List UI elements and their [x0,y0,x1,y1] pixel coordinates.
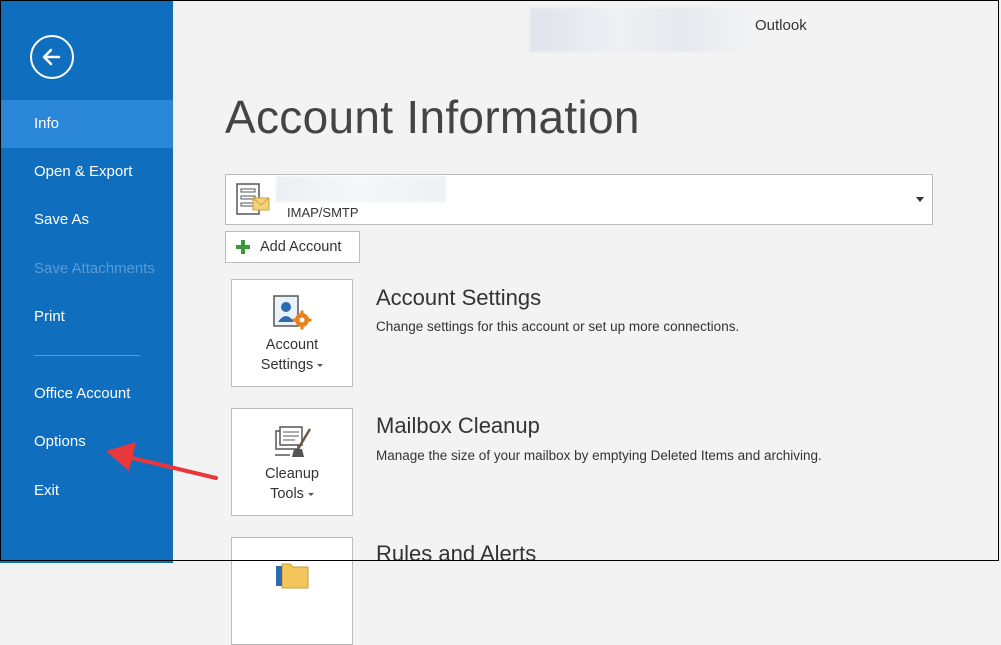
account-settings-tile-label-1: Account [265,337,319,353]
account-settings-icon [273,295,312,330]
cleanup-tools-tile-label-2-text: Tools [270,486,304,502]
rules-alerts-button[interactable] [231,537,353,645]
nav-save-attachments: Save Attachments [34,260,155,277]
rules-folder-icon [276,563,309,589]
account-settings-description: Change settings for this account or set … [376,319,740,334]
account-settings-button[interactable]: Account Settings [231,279,353,387]
back-arrow-icon [42,48,61,66]
nav-exit[interactable]: Exit [0,467,173,515]
main-content: Outlook Account Information IMAP/SMTP Ad… [173,0,1001,645]
backstage-sidebar: Info Open & Export Save As Save Attachme… [0,0,173,563]
nav-save-as[interactable]: Save As [0,196,173,244]
nav-divider [34,355,140,356]
account-type: IMAP/SMTP [287,205,359,220]
page-title: Account Information [225,91,640,143]
nav-info[interactable]: Info [0,100,173,148]
rules-alerts-title: Rules and Alerts [376,541,537,566]
nav-office-account[interactable]: Office Account [0,370,173,418]
account-settings-tile-label-2-text: Settings [260,357,314,373]
cleanup-tools-tile-label-1: Cleanup [264,466,319,482]
account-settings-title: Account Settings [376,285,542,310]
redacted-account-name [530,8,748,52]
plus-icon [236,240,250,254]
account-selector[interactable]: IMAP/SMTP [225,174,933,225]
cleanup-tools-icon [275,426,312,457]
app-name: Outlook [755,17,807,34]
nav-print[interactable]: Print [0,293,173,341]
chevron-down-icon [307,492,314,496]
account-card-icon [236,183,270,215]
nav-open-export[interactable]: Open & Export [0,148,173,196]
mailbox-cleanup-title: Mailbox Cleanup [376,413,540,438]
nav-options[interactable]: Options [0,418,173,466]
mailbox-cleanup-description: Manage the size of your mailbox by empty… [376,448,822,463]
chevron-down-icon [916,197,924,202]
chevron-down-icon [317,363,324,367]
add-account-label: Add Account [260,239,342,255]
back-button[interactable] [30,35,74,79]
account-settings-tile-label-2: Settings [232,357,352,373]
redacted-email [276,176,446,202]
add-account-button[interactable]: Add Account [225,231,360,263]
cleanup-tools-tile-label-2: Tools [232,486,352,502]
cleanup-tools-button[interactable]: Cleanup Tools [231,408,353,516]
